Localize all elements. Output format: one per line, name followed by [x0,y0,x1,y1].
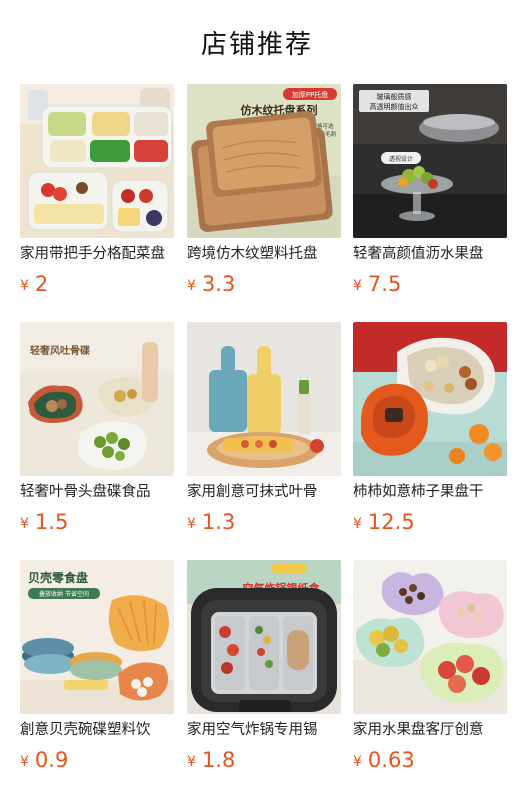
paddle-plate-image [187,322,341,476]
flower-fruit-bowl-image [353,560,507,714]
page-title: 店铺推荐 [200,29,313,60]
product-price: ¥1.8 [187,746,235,777]
product-title[interactable]: 創意贝壳碗碟塑料饮 [20,720,174,740]
image-overlay-text: 透视设计 [389,155,413,163]
product-card[interactable]: 玻璃般质感 高透明颜值出众 透视设计 轻奢高颜值沥水果盘 ¥7.5 [353,84,507,309]
product-card[interactable]: 加厚PP托盘 仿木纹托盘系列 多种规格可选 边缘圆滑无毛刺 跨境仿木纹塑料托盘 … [187,84,341,309]
currency-symbol: ¥ [20,516,29,532]
price-value: 1.8 [201,748,236,772]
product-price: ¥1.3 [187,508,235,539]
shell-plate-image: 贝壳零食盘 叠放收纳 节省空间 [20,560,174,714]
product-title[interactable]: 柿柿如意柿子果盘干 [353,482,507,502]
page-header: 店铺推荐 [0,0,514,84]
product-title[interactable]: 家用創意可抹式叶骨 [187,482,341,502]
price-value: 0.63 [367,748,415,772]
currency-symbol: ¥ [20,278,29,294]
product-title[interactable]: 家用水果盘客厅创意 [353,720,507,740]
currency-symbol: ¥ [187,754,196,770]
product-image[interactable] [353,560,507,714]
product-title[interactable]: 轻奢叶骨头盘碟食品 [20,482,174,502]
product-image[interactable]: 空气炸锅锡纸盒 [187,560,341,714]
product-price: ¥2 [20,270,48,301]
product-title[interactable]: 家用空气炸锅专用锡 [187,720,341,740]
price-value: 2 [34,272,49,296]
product-card[interactable]: 贝壳零食盘 叠放收纳 节省空间 創意贝壳碗碟塑料饮 ¥0.9 [20,560,174,785]
product-image[interactable] [353,322,507,476]
product-image[interactable] [20,84,174,238]
price-value: 1.3 [201,510,236,534]
product-grid: 家用带把手分格配菜盘 ¥2 加厚PP托盘 仿木纹托盘系列 多种规格可选 边缘圆滑… [0,84,514,800]
air-fryer-foil-image: 空气炸锅锡纸盒 [187,560,341,714]
product-card[interactable]: 家用水果盘客厅创意 ¥0.63 [353,560,507,785]
product-title[interactable]: 家用带把手分格配菜盘 [20,244,174,264]
product-card[interactable]: 柿柿如意柿子果盘干 ¥12.5 [353,322,507,547]
product-image[interactable]: 加厚PP托盘 仿木纹托盘系列 多种规格可选 边缘圆滑无毛刺 [187,84,341,238]
currency-symbol: ¥ [187,278,196,294]
product-image[interactable]: 玻璃般质感 高透明颜值出众 透视设计 [353,84,507,238]
currency-symbol: ¥ [20,754,29,770]
image-overlay-text: 加厚PP托盘 [292,90,328,99]
image-overlay-text: 玻璃般质感 [377,92,412,101]
leaf-bone-plate-image: 轻奢风吐骨碟 [20,322,174,476]
product-card[interactable]: 轻奢风吐骨碟 轻奢叶骨头盘碟食品 ¥1.5 [20,322,174,547]
glass-fruit-bowl-image: 玻璃般质感 高透明颜值出众 透视设计 [353,84,507,238]
product-price: ¥7.5 [353,270,401,301]
product-card[interactable]: 空气炸锅锡纸盒 家用空气炸锅专用锡 ¥1.8 [187,560,341,785]
product-image[interactable]: 轻奢风吐骨碟 [20,322,174,476]
price-value: 12.5 [367,510,415,534]
product-price: ¥0.63 [353,746,415,777]
product-card[interactable]: 家用带把手分格配菜盘 ¥2 [20,84,174,309]
price-value: 1.5 [34,510,69,534]
product-price: ¥1.5 [20,508,68,539]
product-price: ¥3.3 [187,270,235,301]
product-price: ¥12.5 [353,508,415,539]
image-overlay-text: 贝壳零食盘 [28,570,88,585]
product-image[interactable]: 贝壳零食盘 叠放收纳 节省空间 [20,560,174,714]
price-value: 3.3 [201,272,236,296]
persimmon-box-image [353,322,507,476]
currency-symbol: ¥ [187,516,196,532]
price-value: 0.9 [34,748,69,772]
product-title[interactable]: 跨境仿木纹塑料托盘 [187,244,341,264]
product-title[interactable]: 轻奢高颜值沥水果盘 [353,244,507,264]
product-price: ¥0.9 [20,746,68,777]
image-overlay-text: 叠放收纳 节省空间 [39,590,89,598]
divided-platter-image [20,84,174,238]
currency-symbol: ¥ [353,278,362,294]
wood-tray-image: 加厚PP托盘 仿木纹托盘系列 多种规格可选 边缘圆滑无毛刺 [187,84,341,238]
image-overlay-text: 轻奢风吐骨碟 [30,344,90,357]
product-card[interactable]: 家用創意可抹式叶骨 ¥1.3 [187,322,341,547]
product-image[interactable] [187,322,341,476]
currency-symbol: ¥ [353,516,362,532]
image-overlay-text: 高透明颜值出众 [370,102,419,111]
price-value: 7.5 [367,272,402,296]
currency-symbol: ¥ [353,754,362,770]
